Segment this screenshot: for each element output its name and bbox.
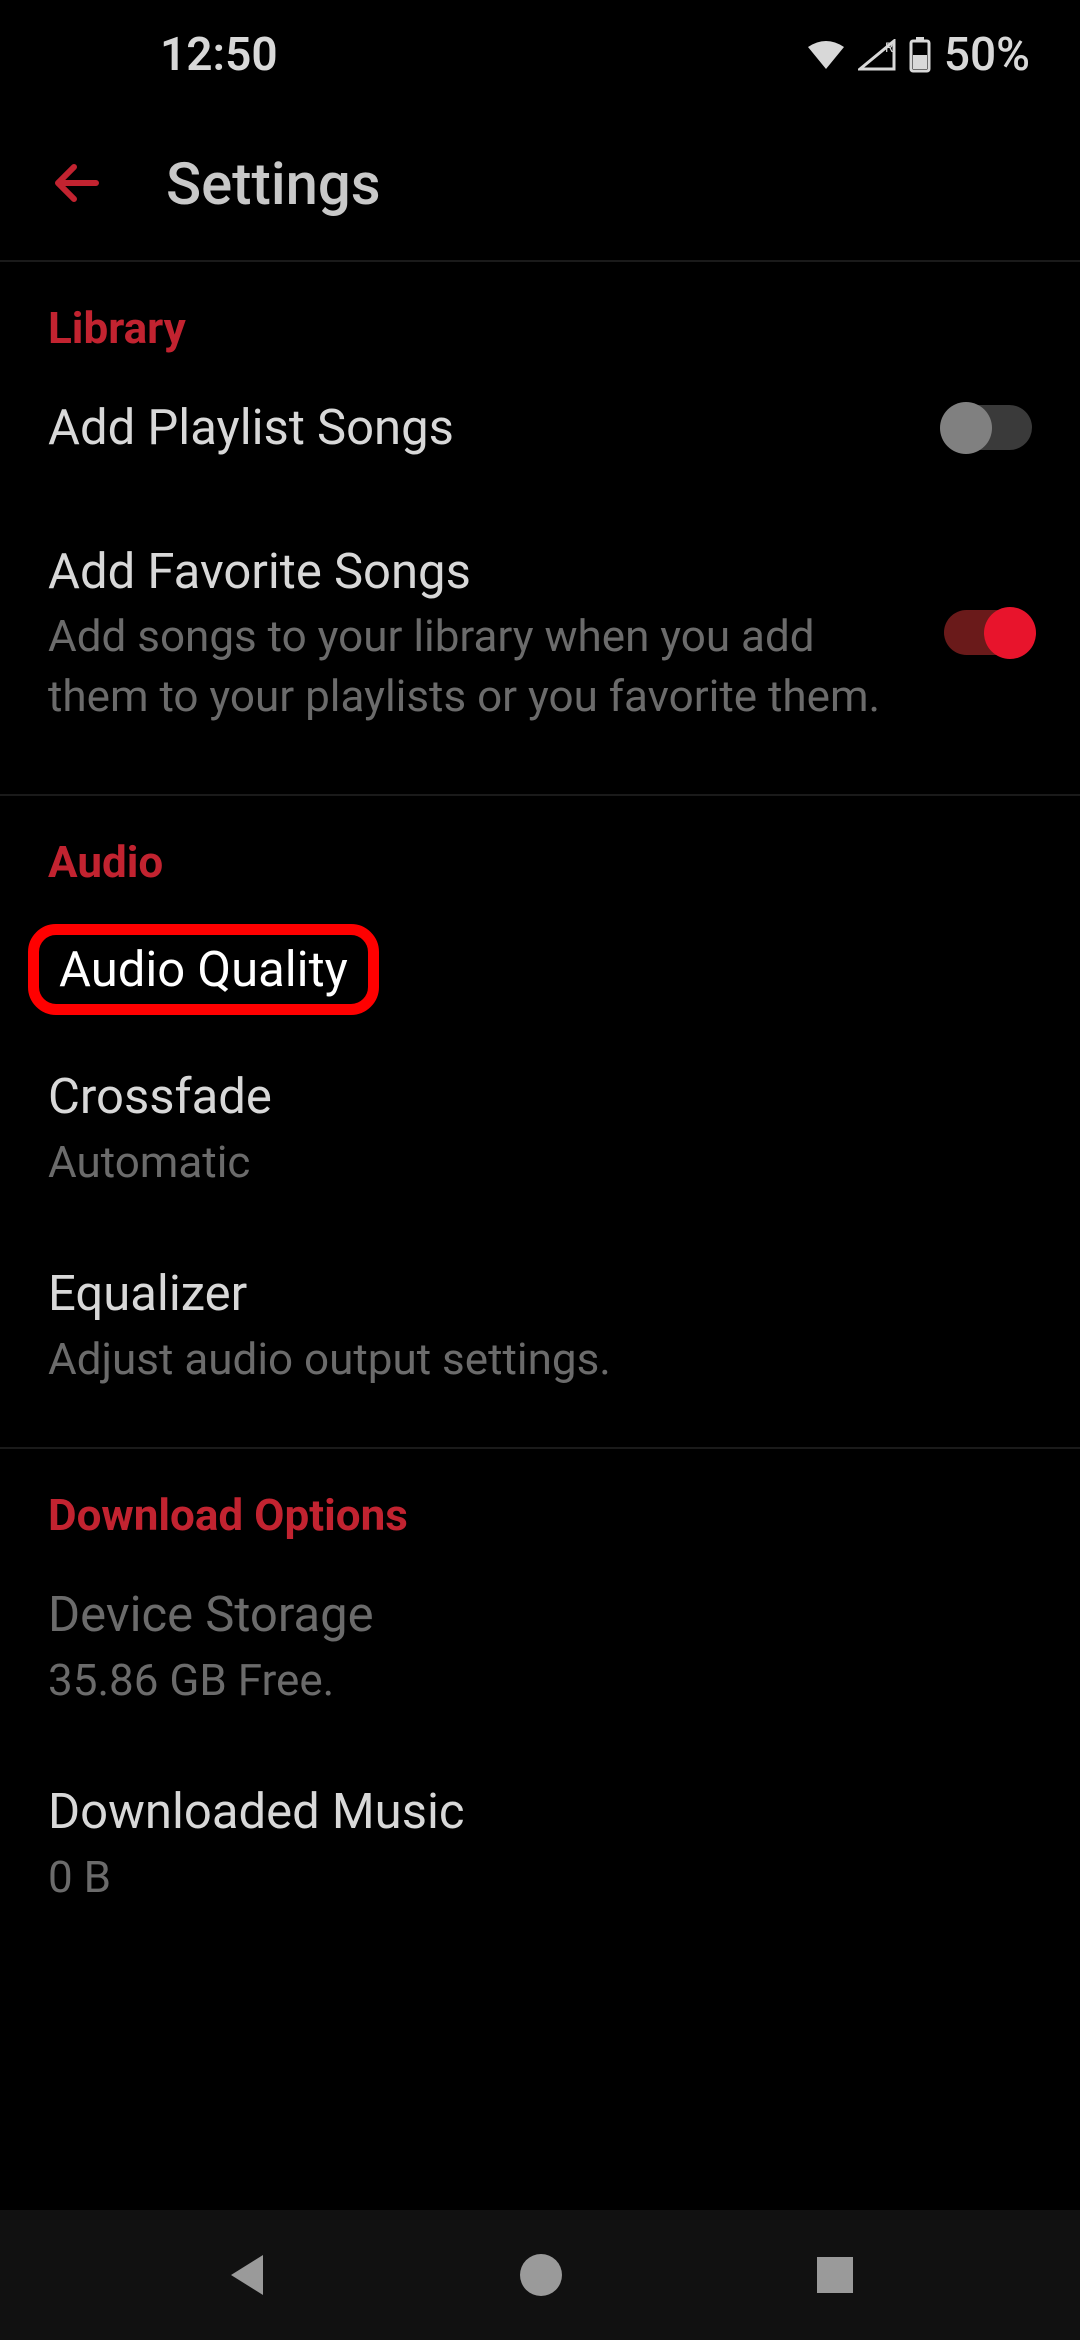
setting-audio-quality-highlighted[interactable]: Audio Quality	[28, 924, 379, 1015]
page-title: Settings	[166, 151, 381, 219]
setting-title: Downloaded Music	[48, 1780, 992, 1844]
nav-back-button[interactable]	[225, 2251, 267, 2299]
toggle-add-favorite-songs[interactable]	[944, 610, 1032, 655]
setting-subtitle: Adjust audio output settings.	[48, 1330, 992, 1389]
nav-home-button[interactable]	[518, 2252, 564, 2298]
section-audio: Audio Audio Quality Crossfade Automatic …	[0, 796, 1080, 1449]
setting-title: Add Favorite Songs	[48, 540, 904, 604]
setting-subtitle: 0 B	[48, 1848, 992, 1907]
setting-title: Add Playlist Songs	[48, 396, 904, 460]
setting-title: Device Storage	[48, 1583, 992, 1647]
setting-title: Equalizer	[48, 1262, 992, 1326]
setting-subtitle: Add songs to your library when you add t…	[48, 607, 904, 726]
navigation-bar	[0, 2210, 1080, 2340]
setting-title: Audio Quality	[59, 941, 348, 998]
setting-crossfade[interactable]: Crossfade Automatic	[0, 1035, 1080, 1222]
toggle-add-playlist-songs[interactable]	[944, 405, 1032, 450]
setting-subtitle: 35.86 GB Free.	[48, 1651, 992, 1710]
setting-equalizer[interactable]: Equalizer Adjust audio output settings.	[0, 1222, 1080, 1419]
section-library: Library Add Playlist Songs Add Favorite …	[0, 262, 1080, 796]
section-download: Download Options Device Storage 35.86 GB…	[0, 1449, 1080, 1965]
setting-device-storage[interactable]: Device Storage 35.86 GB Free.	[0, 1553, 1080, 1740]
section-header-download: Download Options	[0, 1449, 1080, 1553]
svg-text:R: R	[885, 41, 893, 56]
back-arrow-icon[interactable]	[48, 154, 106, 216]
app-header: Settings	[0, 110, 1080, 262]
settings-content: Library Add Playlist Songs Add Favorite …	[0, 262, 1080, 1965]
battery-percentage: 50%	[944, 28, 1030, 82]
setting-title: Crossfade	[48, 1065, 992, 1129]
setting-downloaded-music[interactable]: Downloaded Music 0 B	[0, 1740, 1080, 1937]
wifi-icon	[806, 39, 846, 71]
battery-icon	[908, 37, 932, 73]
setting-add-favorite-songs[interactable]: Add Favorite Songs Add songs to your lib…	[0, 490, 1080, 766]
section-header-audio: Audio	[0, 796, 1080, 900]
nav-recent-button[interactable]	[815, 2255, 855, 2295]
signal-icon: R	[858, 39, 896, 71]
status-bar: 12:50 R 50%	[0, 0, 1080, 110]
setting-subtitle: Automatic	[48, 1133, 992, 1192]
section-header-library: Library	[0, 262, 1080, 366]
status-time: 12:50	[160, 28, 278, 82]
setting-add-playlist-songs[interactable]: Add Playlist Songs	[0, 366, 1080, 490]
status-icons-group: R 50%	[806, 28, 1030, 82]
